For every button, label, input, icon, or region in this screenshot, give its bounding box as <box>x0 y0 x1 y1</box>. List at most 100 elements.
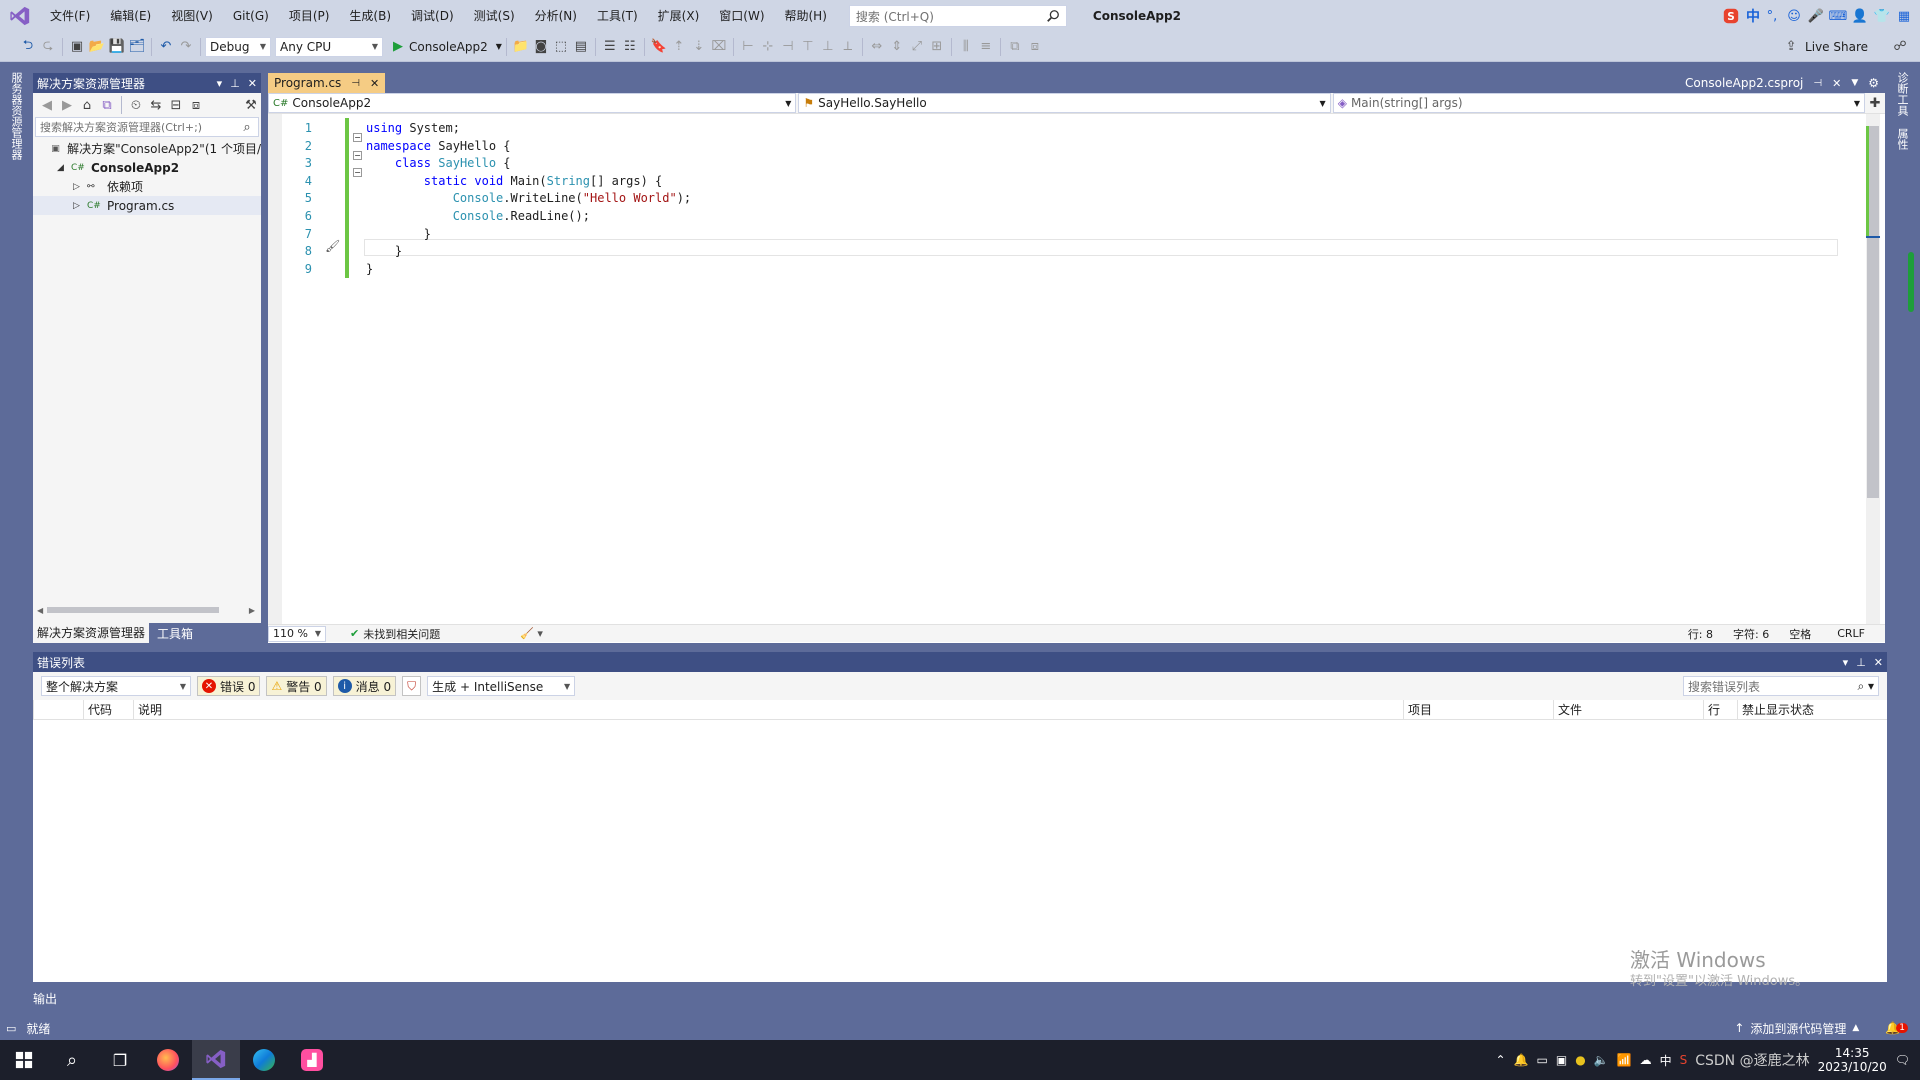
menu-item[interactable]: 调试(D) <box>401 0 464 32</box>
action-center-icon[interactable]: 🗨 <box>1895 1053 1910 1067</box>
warnings-filter-button[interactable]: ⚠ 警告 0 <box>266 676 327 696</box>
close-icon[interactable]: ✕ <box>248 77 257 90</box>
solution-config-icon[interactable]: ▤ <box>571 37 591 57</box>
quick-action-brush-icon[interactable]: 🖌 <box>325 239 340 253</box>
member-dropdown[interactable]: ◈ Main(string[] args) ▼ <box>1332 93 1866 113</box>
microphone-icon[interactable]: 🎤 <box>1806 6 1826 26</box>
menu-item[interactable]: 文件(F) <box>40 0 100 32</box>
column-file[interactable]: 文件 <box>1553 700 1703 720</box>
save-icon[interactable]: 💾 <box>107 37 127 57</box>
shirt-icon[interactable]: 👕 <box>1872 6 1892 26</box>
close-icon[interactable]: ✕ <box>1874 656 1883 669</box>
navigate-forward-icon[interactable]: ⮎ <box>38 37 58 57</box>
scope-dropdown[interactable]: 整个解决方案 ▼ <box>41 676 191 696</box>
platform-dropdown[interactable]: Any CPU ▼ <box>275 36 383 57</box>
panel-menu-icon[interactable]: ▾ <box>217 77 223 90</box>
pending-changes-filter-icon[interactable]: ⏲ <box>126 95 146 115</box>
grid-icon[interactable]: ▦ <box>1894 6 1914 26</box>
input-lang[interactable]: 中 <box>1660 1052 1672 1069</box>
sogou-ime-icon[interactable]: S <box>1718 6 1744 26</box>
tree-expander-icon[interactable]: ◢ <box>57 163 71 173</box>
code-line[interactable]: static void Main(String[] args) { <box>366 173 691 191</box>
cloud-icon[interactable]: ☁ <box>1640 1053 1652 1067</box>
close-icon[interactable]: ✕ <box>370 77 379 90</box>
horizontal-scrollbar[interactable]: ◀ ▶ <box>37 605 255 615</box>
code-area[interactable]: 123456789 − − − 🖌 using System; namespace… <box>268 114 1885 624</box>
undo-icon[interactable]: ↶ <box>156 37 176 57</box>
clear-bookmarks-icon[interactable]: ⌧ <box>709 37 729 57</box>
menu-item[interactable]: 扩展(X) <box>648 0 710 32</box>
menu-item[interactable]: 分析(N) <box>525 0 587 32</box>
collapse-all-icon[interactable]: ⊟ <box>166 95 186 115</box>
align-center-icon[interactable]: ⊹ <box>758 37 778 57</box>
pin-icon[interactable]: ⊣ <box>351 78 360 89</box>
align-middle-icon[interactable]: ⊥ <box>818 37 838 57</box>
line-indicator[interactable]: 行: 8 <box>1688 626 1713 642</box>
volume-icon[interactable]: 🔈 <box>1594 1053 1609 1067</box>
open-folder-icon[interactable]: 📂 <box>87 37 107 57</box>
align-bottom-icon[interactable]: ⟂ <box>838 37 858 57</box>
forward-icon[interactable]: ▶ <box>57 95 77 115</box>
eol-indicator[interactable]: CRLF <box>1837 627 1865 640</box>
show-all-files-icon[interactable]: ⧈ <box>186 95 206 115</box>
align-left-icon[interactable]: ⊢ <box>738 37 758 57</box>
code-line[interactable]: namespace SayHello { <box>366 138 691 156</box>
search-button[interactable]: ⌕ <box>48 1040 96 1080</box>
tree-item[interactable]: ▷ C# Program.cs <box>33 196 261 215</box>
menu-item[interactable]: 测试(S) <box>464 0 525 32</box>
code-line[interactable]: using System; <box>366 120 691 138</box>
code-line[interactable]: class SayHello { <box>366 155 691 173</box>
vertical-spacing-icon[interactable]: ≡ <box>976 37 996 57</box>
code-text[interactable]: using System; namespace SayHello { class … <box>366 120 691 278</box>
code-cleanup-icon[interactable]: 🧹 ▾ <box>520 627 543 640</box>
clock[interactable]: 14:35 2023/10/20 <box>1818 1046 1887 1074</box>
align-top-icon[interactable]: ⊤ <box>798 37 818 57</box>
tree-item[interactable]: ▷ ⚯ 依赖项 <box>33 177 261 196</box>
comment-out-icon[interactable]: ☰ <box>600 37 620 57</box>
solution-explorer-tab[interactable]: 解决方案资源管理器 <box>33 623 150 643</box>
tab-csproj[interactable]: ConsoleApp2.csproj ⊣ ✕ ▼ ⚙ <box>1685 73 1885 93</box>
user-icon[interactable]: 👤 <box>1850 6 1870 26</box>
toolbox-tab[interactable]: 工具箱 <box>149 625 201 642</box>
type-dropdown[interactable]: ⚑ SayHello.SayHello ▼ <box>798 93 1331 113</box>
prev-bookmark-icon[interactable]: ⇡ <box>669 37 689 57</box>
configuration-dropdown[interactable]: Debug ▼ <box>205 36 271 57</box>
pin-icon[interactable]: ⊣ <box>1813 78 1822 89</box>
redo-icon[interactable]: ↷ <box>176 37 196 57</box>
navigate-back-icon[interactable]: ⮌ <box>18 37 38 57</box>
feedback-icon[interactable]: ☍ <box>1890 37 1910 57</box>
antivirus-icon[interactable]: ● <box>1575 1053 1585 1067</box>
settings-icon[interactable]: ⚙ <box>1868 76 1879 90</box>
ime-lang[interactable]: 中 <box>1746 6 1760 26</box>
column-suppression[interactable]: 禁止显示状态 <box>1737 700 1863 720</box>
panel-menu-icon[interactable]: ▾ <box>1843 656 1849 669</box>
menu-item[interactable]: 窗口(W) <box>709 0 774 32</box>
column-project[interactable]: 项目 <box>1403 700 1553 720</box>
next-bookmark-icon[interactable]: ⇣ <box>689 37 709 57</box>
properties-tab[interactable]: 属性 <box>1894 128 1910 150</box>
menu-item[interactable]: 项目(P) <box>279 0 340 32</box>
add-to-source-control-button[interactable]: ↑ 添加到源代码管理 ▲ <box>1734 1020 1859 1037</box>
issues-indicator[interactable]: ✔ 未找到相关问题 <box>350 626 440 642</box>
tree-expander-icon[interactable]: ▷ <box>73 201 87 211</box>
code-line[interactable]: Console.ReadLine(); <box>366 208 691 226</box>
char-indicator[interactable]: 字符: 6 <box>1733 626 1769 642</box>
server-explorer-tab[interactable]: 服务器资源管理器 <box>8 72 24 160</box>
notification-tray-icon[interactable]: 🔔 <box>1514 1053 1529 1067</box>
messages-filter-button[interactable]: i 消息 0 <box>332 676 397 696</box>
new-project-icon[interactable]: ▣ <box>67 37 87 57</box>
size-to-grid-icon[interactable]: ⊞ <box>927 37 947 57</box>
collapse-method-icon[interactable]: − <box>353 168 362 177</box>
screenshot-icon[interactable]: ◙ <box>531 37 551 57</box>
tab-dropdown-icon[interactable]: ▼ <box>1851 78 1858 88</box>
menu-item[interactable]: 工具(T) <box>587 0 648 32</box>
bookmark-icon[interactable]: 🔖 <box>649 37 669 57</box>
close-icon[interactable]: ✕ <box>1832 77 1841 90</box>
windows-start-button[interactable] <box>0 1040 48 1080</box>
pin-icon[interactable]: ⊥ <box>230 77 240 90</box>
menu-item[interactable]: 编辑(E) <box>100 0 161 32</box>
code-line[interactable]: } <box>366 226 691 244</box>
uncomment-icon[interactable]: ☷ <box>620 37 640 57</box>
make-same-width-icon[interactable]: ⇔ <box>867 37 887 57</box>
tree-expander-icon[interactable]: ▷ <box>73 182 87 192</box>
